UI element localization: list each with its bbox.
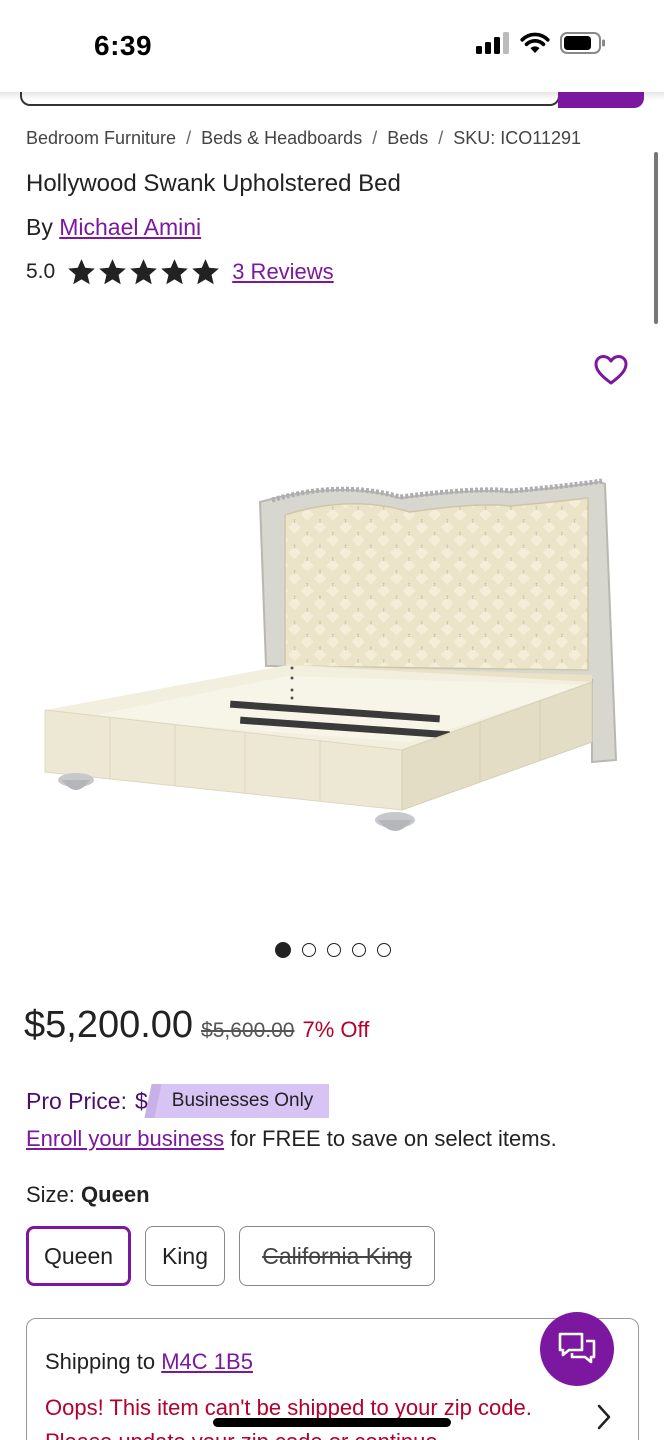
size-option-king[interactable]: King bbox=[145, 1226, 225, 1286]
size-option-label: King bbox=[161, 1242, 209, 1269]
breadcrumb-item-beds[interactable]: Beds bbox=[387, 128, 428, 149]
enroll-row: Enroll your business for FREE to save on… bbox=[26, 1126, 557, 1152]
scrollbar[interactable] bbox=[654, 152, 658, 324]
breadcrumb-item-bedroom-furniture[interactable]: Bedroom Furniture bbox=[26, 128, 176, 149]
star-icon bbox=[68, 259, 95, 285]
star-icon bbox=[161, 259, 188, 285]
gallery-dot[interactable] bbox=[377, 943, 391, 957]
shipping-line: Shipping to M4C 1B5 bbox=[45, 1349, 253, 1375]
shipping-error-message: Oops! This item can't be shipped to your… bbox=[45, 1395, 532, 1440]
pro-price-label: Pro Price: bbox=[26, 1087, 127, 1114]
size-selected-value: Queen bbox=[81, 1182, 150, 1207]
price-row: $5,200.00 $5,600.00 7% Off bbox=[24, 1004, 369, 1047]
product-image[interactable] bbox=[40, 470, 630, 850]
discount-label: 7% Off bbox=[302, 1017, 370, 1042]
shipping-label: Shipping to bbox=[45, 1349, 156, 1374]
gallery-dot[interactable] bbox=[302, 943, 316, 957]
businesses-only-badge: Businesses Only bbox=[151, 1084, 330, 1118]
byline-prefix: By bbox=[26, 214, 53, 240]
star-icon bbox=[130, 259, 157, 285]
home-indicator bbox=[213, 1418, 451, 1427]
cellular-signal-icon bbox=[476, 32, 509, 54]
status-icons bbox=[476, 32, 606, 54]
size-option-label: California King bbox=[262, 1242, 412, 1269]
star-icon bbox=[192, 259, 219, 285]
size-label: Size: Queen bbox=[26, 1182, 150, 1208]
gallery-dot[interactable] bbox=[352, 943, 366, 957]
current-price: $5,200.00 bbox=[24, 1004, 194, 1046]
size-options: Queen King California King bbox=[26, 1226, 435, 1286]
chat-button[interactable] bbox=[540, 1312, 614, 1386]
status-time: 6:39 bbox=[94, 30, 153, 61]
breadcrumb-separator: / bbox=[372, 128, 378, 148]
breadcrumb-separator: / bbox=[438, 128, 444, 148]
heart-icon[interactable] bbox=[594, 354, 628, 386]
product-byline: By Michael Amini bbox=[26, 214, 201, 241]
gallery-pagination bbox=[275, 942, 391, 958]
size-option-california-king[interactable]: California King bbox=[239, 1226, 435, 1286]
rating-stars bbox=[67, 258, 220, 286]
gallery-dot[interactable] bbox=[327, 943, 341, 957]
product-title: Hollywood Swank Upholstered Bed bbox=[26, 170, 401, 197]
breadcrumb-item-beds-headboards[interactable]: Beds & Headboards bbox=[201, 128, 362, 149]
wifi-icon bbox=[520, 32, 550, 53]
breadcrumb-sku: SKU: ICO11291 bbox=[453, 128, 581, 148]
reviews-link[interactable]: 3 Reviews bbox=[232, 259, 333, 285]
battery-icon bbox=[560, 32, 605, 54]
enroll-business-link[interactable]: Enroll your business bbox=[26, 1126, 224, 1151]
rating-row: 5.0 3 Reviews bbox=[26, 258, 334, 286]
enroll-text: for FREE to save on select items. bbox=[224, 1126, 557, 1151]
brand-link[interactable]: Michael Amini bbox=[59, 214, 201, 240]
size-option-label: Queen bbox=[43, 1242, 114, 1269]
star-icon bbox=[99, 259, 126, 285]
rating-value: 5.0 bbox=[26, 260, 56, 283]
chevron-right-icon[interactable] bbox=[596, 1403, 612, 1431]
status-bar: 6:39 bbox=[0, 0, 664, 92]
original-price: $5,600.00 bbox=[201, 1019, 295, 1042]
breadcrumb-separator: / bbox=[186, 128, 192, 148]
pro-price-row: Pro Price: $ Businesses Only bbox=[26, 1084, 330, 1118]
size-label-text: Size: bbox=[26, 1182, 75, 1207]
size-option-queen[interactable]: Queen bbox=[26, 1226, 131, 1286]
chat-icon bbox=[558, 1332, 596, 1364]
breadcrumb: Bedroom Furniture / Beds & Headboards / … bbox=[26, 128, 581, 149]
zip-code-link[interactable]: M4C 1B5 bbox=[161, 1349, 253, 1374]
gallery-dot[interactable] bbox=[275, 942, 291, 958]
